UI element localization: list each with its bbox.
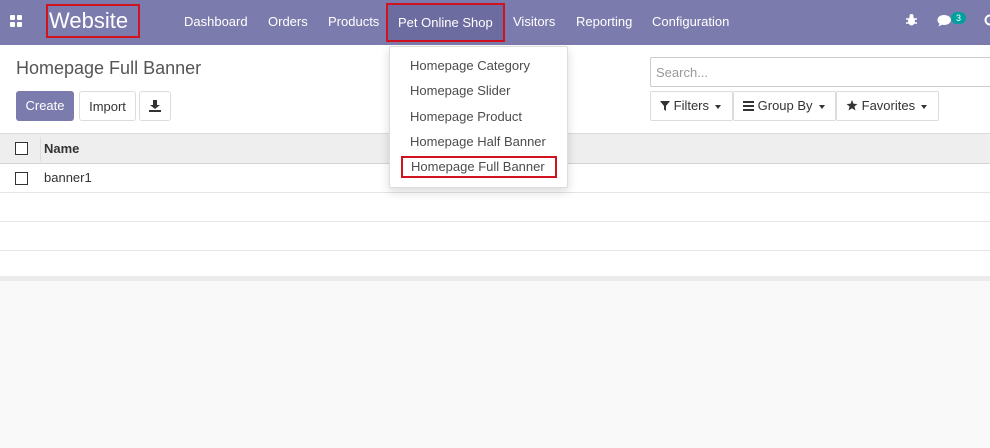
group-by-label: Group By xyxy=(758,98,813,113)
filters-label: Filters xyxy=(674,98,709,113)
menu-configuration[interactable]: Configuration xyxy=(652,0,729,45)
dropdown-item-homepage-full-banner[interactable]: Homepage Full Banner xyxy=(401,156,557,178)
dropdown-item-homepage-slider[interactable]: Homepage Slider xyxy=(410,83,510,98)
menu-pet-online-shop[interactable]: Pet Online Shop xyxy=(386,3,505,42)
filter-icon xyxy=(660,101,670,111)
empty-row xyxy=(0,222,990,251)
pet-online-shop-dropdown: Homepage Category Homepage Slider Homepa… xyxy=(389,46,568,188)
filters-button[interactable]: Filters xyxy=(650,91,733,121)
row-name-cell: banner1 xyxy=(44,170,92,185)
menu-reporting[interactable]: Reporting xyxy=(576,0,632,45)
dropdown-item-homepage-product[interactable]: Homepage Product xyxy=(410,109,522,124)
column-header-name[interactable]: Name xyxy=(44,141,79,156)
search-box[interactable] xyxy=(650,57,990,87)
bug-icon[interactable] xyxy=(905,13,918,32)
select-all-checkbox[interactable] xyxy=(15,142,28,155)
row-checkbox[interactable] xyxy=(15,172,28,185)
create-button[interactable]: Create xyxy=(16,91,74,121)
empty-row xyxy=(0,193,990,222)
apps-menu-icon[interactable] xyxy=(10,15,23,28)
search-input[interactable] xyxy=(651,58,981,87)
page-title: Homepage Full Banner xyxy=(16,58,201,79)
menu-dashboard[interactable]: Dashboard xyxy=(184,0,248,45)
dropdown-item-homepage-category[interactable]: Homepage Category xyxy=(410,58,530,73)
caret-down-icon xyxy=(921,105,927,109)
import-button[interactable]: Import xyxy=(79,91,136,121)
bars-icon xyxy=(743,101,754,111)
dropdown-item-homepage-half-banner[interactable]: Homepage Half Banner xyxy=(410,134,546,149)
top-navbar: Website Dashboard Orders Products Pet On… xyxy=(0,0,990,45)
caret-down-icon xyxy=(715,105,721,109)
download-button[interactable] xyxy=(139,91,171,121)
group-by-button[interactable]: Group By xyxy=(733,91,836,121)
star-icon xyxy=(846,100,858,111)
menu-products[interactable]: Products xyxy=(328,0,379,45)
app-brand[interactable]: Website xyxy=(46,4,140,38)
column-divider xyxy=(40,137,41,161)
favorites-label: Favorites xyxy=(862,98,915,113)
download-icon xyxy=(149,100,161,112)
message-count-badge: 3 xyxy=(951,12,966,24)
menu-visitors[interactable]: Visitors xyxy=(513,0,555,45)
search-icon[interactable] xyxy=(984,14,990,33)
caret-down-icon xyxy=(819,105,825,109)
menu-orders[interactable]: Orders xyxy=(268,0,308,45)
content-background xyxy=(0,276,990,448)
favorites-button[interactable]: Favorites xyxy=(836,91,939,121)
